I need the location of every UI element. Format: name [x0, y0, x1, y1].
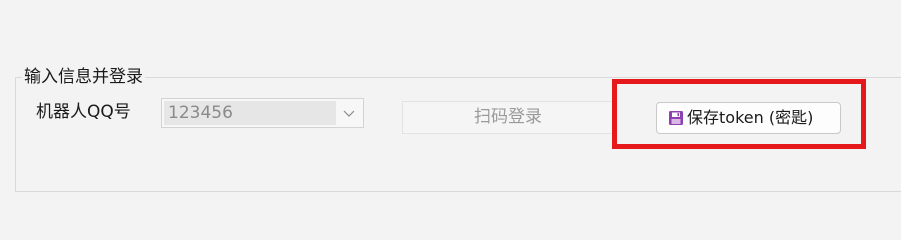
bot-qq-combobox[interactable]: 123456	[161, 98, 364, 128]
scan-login-button[interactable]: 扫码登录	[402, 101, 614, 134]
save-token-label: 保存token (密匙)	[687, 108, 814, 127]
login-group-title: 输入信息并登录	[22, 66, 145, 88]
floppy-disk-icon	[668, 110, 684, 126]
bot-qq-value[interactable]: 123456	[164, 101, 336, 125]
save-token-button[interactable]: 保存token (密匙)	[656, 102, 841, 134]
chevron-down-icon[interactable]	[341, 103, 357, 123]
bot-qq-label: 机器人QQ号	[36, 102, 131, 122]
